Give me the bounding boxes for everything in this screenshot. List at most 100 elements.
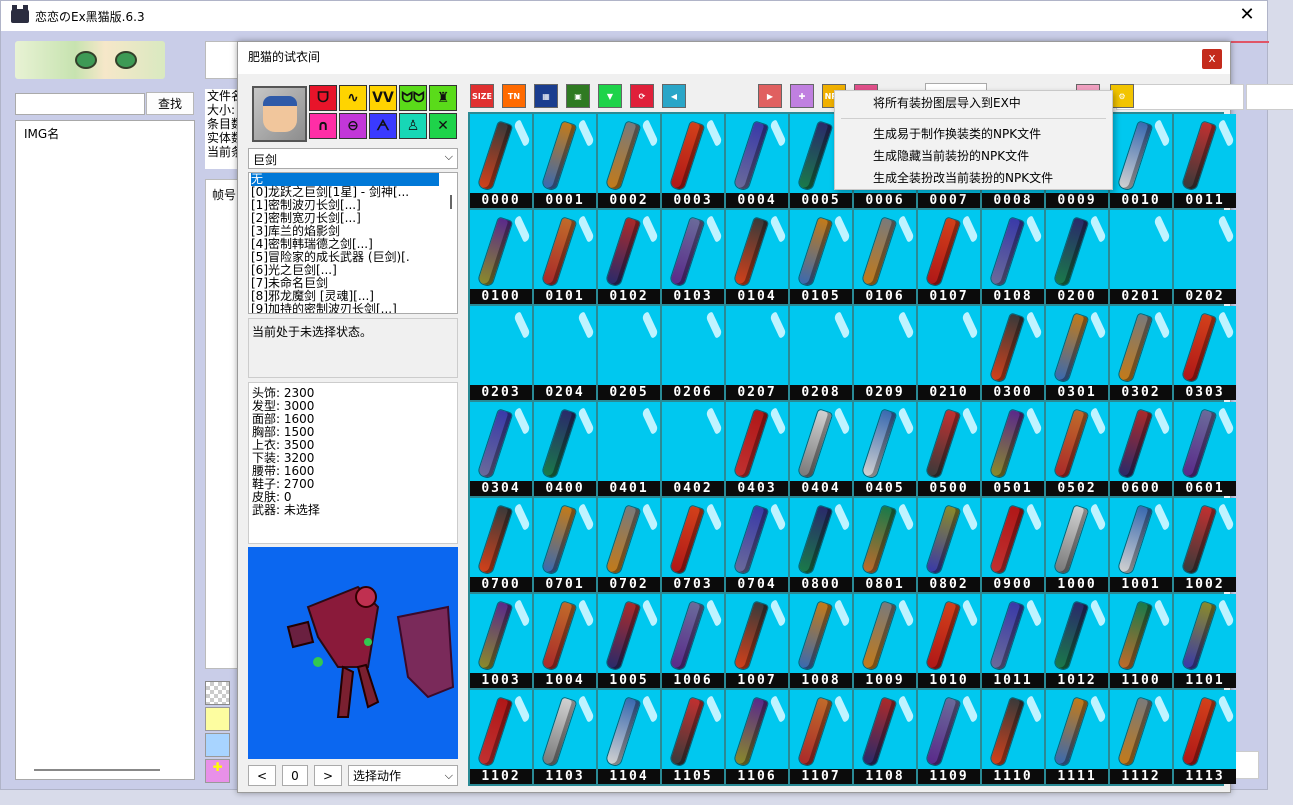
item-cell[interactable]: 1110	[982, 690, 1044, 784]
item-cell[interactable]: 0206	[662, 306, 724, 400]
toolbar-field[interactable]	[1116, 84, 1244, 110]
item-cell[interactable]: 0702	[598, 498, 660, 592]
shirt-export-button[interactable]: ▼	[598, 84, 622, 108]
item-cell[interactable]: 0103	[662, 210, 724, 304]
item-cell[interactable]: 0801	[854, 498, 916, 592]
item-cell[interactable]: 0500	[918, 402, 980, 496]
item-cell[interactable]: 0300	[982, 306, 1044, 400]
item-cell[interactable]: 1113	[1174, 690, 1236, 784]
item-cell[interactable]: 0301	[1046, 306, 1108, 400]
category-button-2[interactable]: ∿	[339, 85, 367, 111]
item-cell[interactable]: 0304	[470, 402, 532, 496]
item-cell[interactable]: 0400	[534, 402, 596, 496]
menu-item-npk-replace[interactable]: 生成全装扮改当前装扮的NPK文件	[873, 168, 1053, 188]
item-cell[interactable]: 0208	[790, 306, 852, 400]
item-cell[interactable]: 1001	[1110, 498, 1172, 592]
item-cell[interactable]: 0003	[662, 114, 724, 208]
item-cell[interactable]: 1106	[726, 690, 788, 784]
item-cell[interactable]: 0203	[470, 306, 532, 400]
next-frame-button[interactable]: >	[314, 765, 342, 786]
menu-item-npk-easy[interactable]: 生成易于制作换装类的NPK文件	[873, 124, 1041, 144]
item-cell[interactable]: 1104	[598, 690, 660, 784]
item-cell[interactable]: 0700	[470, 498, 532, 592]
category-button-5[interactable]: ♜	[429, 85, 457, 111]
item-list[interactable]: 无 [0]龙跃之巨剑[1星] - 剑神[... [1]密制波刃长剑[...] [2]密…	[248, 172, 458, 314]
weapon-type-select[interactable]: 巨剑 ⌵	[248, 148, 458, 169]
settings-button[interactable]: ⚙	[1110, 84, 1134, 108]
horizontal-scrollbar[interactable]	[34, 769, 160, 771]
yellow-swatch[interactable]	[205, 707, 230, 731]
toolbar-field[interactable]	[1246, 84, 1293, 110]
character-portrait-icon[interactable]	[252, 86, 307, 142]
item-cell[interactable]: 0600	[1110, 402, 1172, 496]
item-cell[interactable]: 0402	[662, 402, 724, 496]
category-button-9[interactable]: ♙	[399, 113, 427, 139]
list-item[interactable]: [9]加持的密制波刃长剑[...]	[251, 303, 457, 314]
action-select[interactable]: 选择动作 ⌵	[348, 765, 458, 786]
item-cell[interactable]: 0106	[854, 210, 916, 304]
item-cell[interactable]: 1012	[1046, 594, 1108, 688]
item-cell[interactable]: 0207	[726, 306, 788, 400]
item-cell[interactable]: 0704	[726, 498, 788, 592]
prev-frame-button[interactable]: <	[248, 765, 276, 786]
add-color-icon[interactable]: ✚	[205, 759, 230, 783]
gift-button[interactable]: ✚	[790, 84, 814, 108]
item-cell[interactable]: 0202	[1174, 210, 1236, 304]
img-list[interactable]: IMG名	[15, 120, 195, 780]
forward-button[interactable]: ▶	[758, 84, 782, 108]
item-cell[interactable]: 1008	[790, 594, 852, 688]
item-cell[interactable]: 0205	[598, 306, 660, 400]
item-cell[interactable]: 1004	[534, 594, 596, 688]
item-cell[interactable]: 0107	[918, 210, 980, 304]
item-cell[interactable]: 0002	[598, 114, 660, 208]
dialog-close-button[interactable]: x	[1202, 49, 1222, 69]
back-button[interactable]: ◀	[662, 84, 686, 108]
item-cell[interactable]: 0900	[982, 498, 1044, 592]
menu-item-npk-hide[interactable]: 生成隐藏当前装扮的NPK文件	[873, 146, 1029, 166]
close-window-button[interactable]: ✕	[1235, 4, 1259, 28]
item-cell[interactable]: 0000	[470, 114, 532, 208]
item-cell[interactable]: 0303	[1174, 306, 1236, 400]
category-button-1[interactable]: ᗜ	[309, 85, 337, 111]
item-cell[interactable]: 0001	[534, 114, 596, 208]
item-cell[interactable]: 0403	[726, 402, 788, 496]
category-button-6[interactable]: ∩	[309, 113, 337, 139]
item-cell[interactable]: 1010	[918, 594, 980, 688]
item-cell[interactable]: 0701	[534, 498, 596, 592]
blue-swatch[interactable]	[205, 733, 230, 757]
item-cell[interactable]: 0401	[598, 402, 660, 496]
item-cell[interactable]: 0200	[1046, 210, 1108, 304]
item-cell[interactable]: 0502	[1046, 402, 1108, 496]
item-cell[interactable]: 1105	[662, 690, 724, 784]
film-button[interactable]: ▣	[566, 84, 590, 108]
item-cell[interactable]: 1108	[854, 690, 916, 784]
item-cell[interactable]: 0101	[534, 210, 596, 304]
item-cell[interactable]: 1109	[918, 690, 980, 784]
item-cell[interactable]: 1000	[1046, 498, 1108, 592]
category-button-7[interactable]: ⊖	[339, 113, 367, 139]
item-cell[interactable]: 0105	[790, 210, 852, 304]
item-cell[interactable]: 0601	[1174, 402, 1236, 496]
frame-list[interactable]: 帧号	[205, 179, 241, 669]
item-cell[interactable]: 0010	[1110, 114, 1172, 208]
frame-number-field[interactable]: 0	[282, 765, 308, 786]
item-cell[interactable]: 0404	[790, 402, 852, 496]
item-cell[interactable]: 0800	[790, 498, 852, 592]
frame-grid-button[interactable]: ▦	[534, 84, 558, 108]
item-cell[interactable]: 0102	[598, 210, 660, 304]
item-cell[interactable]: 1003	[470, 594, 532, 688]
item-cell[interactable]: 0100	[470, 210, 532, 304]
item-cell[interactable]: 0011	[1174, 114, 1236, 208]
category-button-3[interactable]: ᐯᐯ	[369, 85, 397, 111]
item-cell[interactable]: 1101	[1174, 594, 1236, 688]
size-button[interactable]: SIZE	[470, 84, 494, 108]
item-cell[interactable]: 1006	[662, 594, 724, 688]
item-cell[interactable]: 0104	[726, 210, 788, 304]
item-cell[interactable]: 1009	[854, 594, 916, 688]
item-cell[interactable]: 1007	[726, 594, 788, 688]
item-cell[interactable]: 1100	[1110, 594, 1172, 688]
item-cell[interactable]: 0405	[854, 402, 916, 496]
item-cell[interactable]: 0004	[726, 114, 788, 208]
refresh-button[interactable]: ⟳	[630, 84, 654, 108]
search-input[interactable]	[15, 93, 145, 115]
